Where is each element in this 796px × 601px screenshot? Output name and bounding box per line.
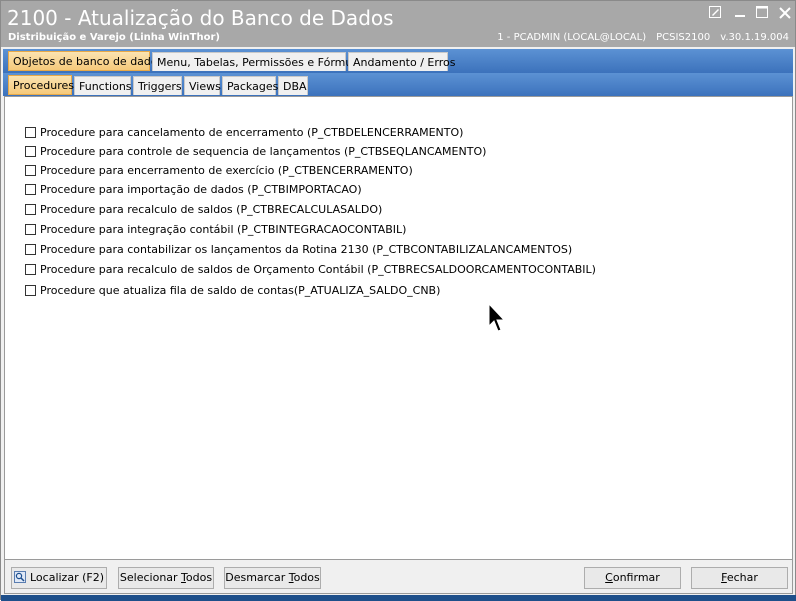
- button-label-accel: C: [605, 571, 613, 584]
- module-code: PCSIS2100: [656, 32, 711, 43]
- tab-andamento-erros[interactable]: Andamento / Erros: [348, 52, 455, 71]
- procedures-panel: Procedure para cancelamento de encerrame…: [4, 96, 793, 560]
- title-bar[interactable]: 2100 - Atualização do Banco de Dados Dis…: [1, 1, 795, 47]
- localizar-button[interactable]: Localizar (F2): [11, 567, 107, 589]
- mouse-cursor-icon: [488, 303, 506, 332]
- button-label: Desmarcar: [225, 571, 289, 584]
- version-info: v.30.1.19.004: [720, 32, 789, 43]
- tab-views[interactable]: Views: [184, 76, 221, 95]
- tab-functions[interactable]: Functions: [74, 76, 132, 95]
- confirmar-button[interactable]: Confirmar: [584, 567, 681, 589]
- button-label: onfirmar: [612, 571, 660, 584]
- procedure-label: Procedure para encerramento de exercício…: [40, 164, 413, 177]
- close-icon[interactable]: [776, 5, 794, 23]
- button-label: odos: [185, 571, 213, 584]
- procedure-label: Procedure para controle de sequencia de …: [40, 145, 487, 158]
- procedure-checkbox[interactable]: [25, 184, 36, 195]
- tab-packages[interactable]: Packages: [222, 76, 278, 95]
- button-label: odos: [293, 571, 320, 584]
- procedure-label: Procedure para integração contábil (P_CT…: [40, 223, 407, 236]
- procedure-checkbox[interactable]: [25, 285, 36, 296]
- tab-dba[interactable]: DBA: [278, 76, 308, 95]
- maximize-icon[interactable]: [753, 5, 771, 23]
- minimize-icon[interactable]: [731, 5, 749, 23]
- tab-menu-tabelas-permissoes[interactable]: Menu, Tabelas, Permissões e Fórmulas: [152, 52, 368, 71]
- fechar-button[interactable]: Fechar: [691, 567, 788, 589]
- search-icon: [13, 571, 26, 583]
- edit-icon[interactable]: [706, 5, 724, 23]
- button-bar: Localizar (F2) Selecionar Todos Desmarca…: [4, 560, 793, 594]
- main-tab-strip: Objetos de banco de dados Menu, Tabelas,…: [3, 49, 793, 73]
- procedure-checkbox[interactable]: [25, 146, 36, 157]
- window-title: 2100 - Atualização do Banco de Dados: [7, 6, 394, 30]
- tab-triggers[interactable]: Triggers: [133, 76, 182, 95]
- procedure-checkbox[interactable]: [25, 244, 36, 255]
- localizar-label: Localizar (F2): [29, 571, 104, 584]
- window-subtitle: Distribuição e Varejo (Linha WinThor): [8, 32, 220, 43]
- procedure-checkbox[interactable]: [25, 264, 36, 275]
- procedure-label: Procedure para importação de dados (P_CT…: [40, 183, 362, 196]
- procedure-label: Procedure para contabilizar os lançament…: [40, 243, 573, 256]
- procedure-label: Procedure para recalculo de saldos de Or…: [40, 263, 596, 276]
- button-label: echar: [726, 571, 758, 584]
- tab-objetos-banco-de-dados[interactable]: Objetos de banco de dados: [8, 51, 163, 71]
- desmarcar-todos-button[interactable]: Desmarcar Todos: [224, 567, 321, 589]
- selecionar-todos-button[interactable]: Selecionar Todos: [118, 567, 214, 589]
- sub-tab-strip: Procedures Functions Triggers Views Pack…: [3, 73, 793, 96]
- procedure-label: Procedure que atualiza fila de saldo de …: [40, 284, 441, 297]
- procedure-checkbox[interactable]: [25, 165, 36, 176]
- application-window: 2100 - Atualização do Banco de Dados Dis…: [0, 0, 796, 601]
- status-bar: [1, 595, 796, 601]
- procedure-checkbox[interactable]: [25, 204, 36, 215]
- button-label: Selecionar: [119, 571, 182, 584]
- procedure-checkbox[interactable]: [25, 224, 36, 235]
- tab-procedures[interactable]: Procedures: [8, 75, 74, 95]
- connection-info: 1 - PCADMIN (LOCAL@LOCAL): [497, 32, 647, 43]
- procedure-label: Procedure para recalculo de saldos (P_CT…: [40, 203, 383, 216]
- procedure-label: Procedure para cancelamento de encerrame…: [40, 126, 464, 139]
- procedure-checkbox[interactable]: [25, 127, 36, 138]
- title-info: 1 - PCADMIN (LOCAL@LOCAL) PCSIS2100 v.30.1…: [487, 32, 789, 44]
